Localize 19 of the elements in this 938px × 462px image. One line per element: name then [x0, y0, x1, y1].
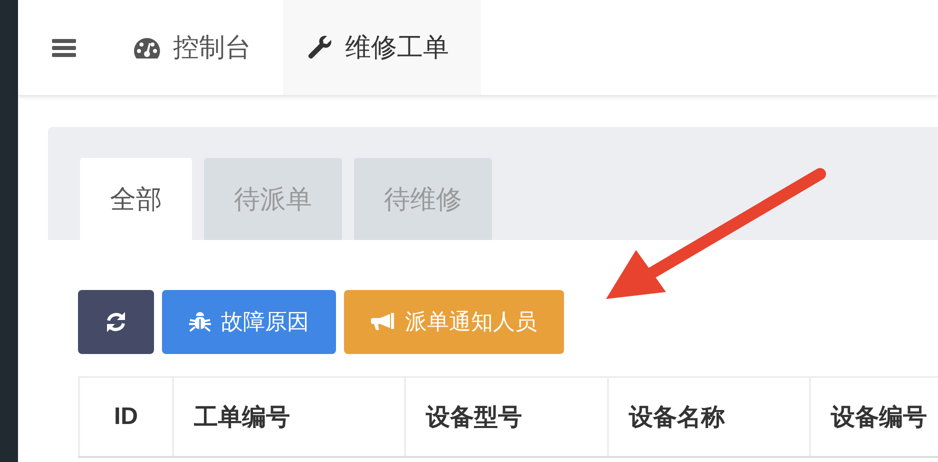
- megaphone-icon: [371, 312, 395, 332]
- column-header: 设备型号: [405, 377, 608, 457]
- menu-icon[interactable]: [52, 38, 76, 58]
- wrench-icon: [307, 34, 333, 60]
- column-header: 设备编号: [810, 377, 938, 457]
- column-header: ID: [79, 377, 173, 457]
- refresh-icon: [105, 311, 127, 333]
- nav-tab[interactable]: 维修工单: [283, 0, 481, 95]
- filter-tab[interactable]: 全部: [80, 158, 192, 240]
- bug-icon: [189, 311, 211, 333]
- filter-tab[interactable]: 待派单: [204, 158, 342, 240]
- column-header: 工单编号: [173, 377, 405, 457]
- filter-tab[interactable]: 待维修: [354, 158, 492, 240]
- dashboard-icon: [133, 36, 161, 58]
- column-header: 设备名称: [608, 377, 810, 457]
- refresh-button[interactable]: [78, 290, 154, 354]
- nav-tab[interactable]: 控制台: [109, 0, 283, 95]
- notify-button[interactable]: 派单通知人员: [344, 290, 564, 354]
- fault-cause-button[interactable]: 故障原因: [162, 290, 336, 354]
